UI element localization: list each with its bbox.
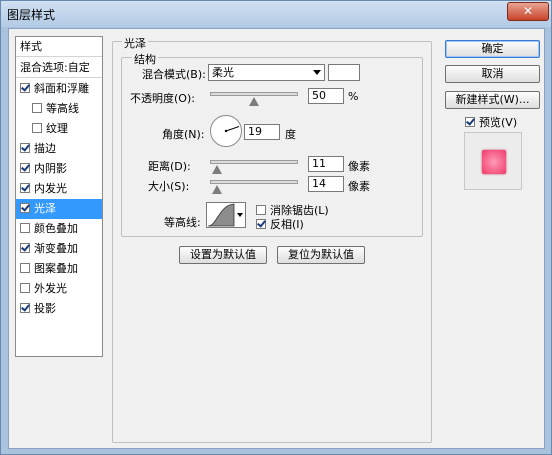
contour-label: 等高线: — [164, 216, 201, 229]
sidebar-item-checkbox[interactable] — [20, 223, 30, 233]
contour-picker[interactable] — [206, 202, 246, 228]
size-unit: 像素 — [348, 180, 370, 193]
opacity-input[interactable]: 50 — [308, 88, 344, 104]
size-label: 大小(S): — [148, 180, 190, 193]
styles-list: 样式 混合选项:自定 斜面和浮雕等高线纹理描边内阴影内发光光泽颜色叠加渐变叠加图… — [15, 36, 103, 357]
angle-unit: 度 — [285, 128, 296, 141]
sidebar-item-label: 投影 — [34, 302, 56, 315]
blend-options-item[interactable]: 混合选项:自定 — [16, 58, 102, 78]
chevron-down-icon — [237, 213, 243, 217]
layer-style-dialog: 图层样式 ✕ 样式 混合选项:自定 斜面和浮雕 等高线 纹理 描边 内阴影 内发光 光泽 颜色… — [0, 0, 552, 455]
sidebar-item[interactable]: 渐变叠加 — [16, 239, 102, 259]
cancel-button[interactable]: 取消 — [445, 65, 540, 83]
contour-curve-icon — [207, 203, 235, 227]
sidebar-item-label: 光泽 — [34, 202, 56, 215]
angle-dial[interactable] — [210, 115, 242, 147]
sidebar-item-checkbox[interactable] — [20, 203, 30, 213]
sidebar-item[interactable]: 颜色叠加 — [16, 219, 102, 239]
distance-input[interactable]: 11 — [308, 156, 344, 172]
sidebar-item-label: 内发光 — [34, 182, 67, 195]
sidebar-item-checkbox[interactable] — [20, 243, 30, 253]
sidebar-item-label: 纹理 — [46, 122, 68, 135]
size-input[interactable]: 14 — [308, 176, 344, 192]
sidebar-item[interactable]: 斜面和浮雕 — [16, 79, 102, 99]
sidebar-item-label: 描边 — [34, 142, 56, 155]
distance-unit: 像素 — [348, 160, 370, 173]
sidebar-item-checkbox[interactable] — [20, 303, 30, 313]
sidebar-item[interactable]: 等高线 — [16, 99, 102, 119]
invert-label: 反相(I) — [270, 218, 304, 231]
style-preview — [464, 132, 522, 190]
distance-label: 距离(D): — [148, 160, 191, 173]
sidebar-item[interactable]: 纹理 — [16, 119, 102, 139]
satin-color-swatch[interactable] — [328, 64, 360, 81]
opacity-label: 不透明度(O): — [130, 92, 195, 105]
sidebar-item[interactable]: 光泽 — [16, 199, 102, 219]
opacity-slider-thumb[interactable] — [249, 97, 259, 107]
size-slider-thumb[interactable] — [212, 185, 222, 195]
opacity-unit: % — [348, 90, 359, 103]
preview-swatch — [482, 150, 506, 174]
preview-checkbox-box[interactable] — [465, 117, 475, 127]
distance-slider-thumb[interactable] — [212, 165, 222, 175]
window-title: 图层样式 — [7, 8, 56, 22]
distance-slider-track[interactable] — [210, 160, 298, 164]
sidebar-item-label: 图案叠加 — [34, 262, 78, 275]
angle-input[interactable]: 19 — [244, 124, 280, 140]
blend-mode-select[interactable]: 柔光 — [208, 64, 325, 81]
sidebar-item-checkbox[interactable] — [20, 283, 30, 293]
sidebar-item-checkbox[interactable] — [32, 123, 42, 133]
sidebar-item-checkbox[interactable] — [20, 83, 30, 93]
blend-mode-label: 混合模式(B): — [142, 68, 206, 81]
title-bar[interactable]: 图层样式 ✕ — [1, 1, 551, 27]
preview-checkbox[interactable]: 预览(V) — [465, 114, 517, 130]
sidebar-item-checkbox[interactable] — [20, 263, 30, 273]
opacity-slider-track[interactable] — [210, 92, 298, 96]
new-style-button[interactable]: 新建样式(W)... — [445, 91, 540, 109]
invert-checkbox[interactable]: 反相(I) — [256, 216, 304, 232]
reset-default-button[interactable]: 复位为默认值 — [277, 246, 365, 264]
sidebar-item-checkbox[interactable] — [20, 143, 30, 153]
angle-needle — [224, 126, 240, 133]
satin-group-title: 光泽 — [122, 35, 148, 51]
satin-group: 光泽 结构 混合模式(B): 柔光 不透明度(O): 50 % 角度(N): 1… — [112, 35, 432, 443]
sidebar-item[interactable]: 投影 — [16, 299, 102, 319]
sidebar-item-label: 内阴影 — [34, 162, 67, 175]
antialias-checkbox-box[interactable] — [256, 205, 266, 215]
ok-button[interactable]: 确定 — [445, 40, 540, 58]
close-button[interactable]: ✕ — [507, 2, 549, 21]
preview-label: 预览(V) — [479, 116, 518, 129]
sidebar-item-checkbox[interactable] — [32, 103, 42, 113]
sidebar-item-checkbox[interactable] — [20, 183, 30, 193]
angle-label: 角度(N): — [162, 128, 205, 141]
make-default-button[interactable]: 设置为默认值 — [179, 246, 267, 264]
sidebar-item[interactable]: 内阴影 — [16, 159, 102, 179]
chevron-down-icon — [313, 70, 321, 75]
sidebar-item-label: 颜色叠加 — [34, 222, 78, 235]
sidebar-item-label: 斜面和浮雕 — [34, 82, 89, 95]
structure-group-title: 结构 — [132, 51, 158, 67]
size-slider-track[interactable] — [210, 180, 298, 184]
sidebar-item-label: 外发光 — [34, 282, 67, 295]
blend-mode-value: 柔光 — [212, 66, 234, 79]
sidebar-item-checkbox[interactable] — [20, 163, 30, 173]
invert-checkbox-box[interactable] — [256, 219, 266, 229]
sidebar-item-label: 等高线 — [46, 102, 79, 115]
structure-group: 结构 混合模式(B): 柔光 不透明度(O): 50 % 角度(N): 19 度… — [121, 51, 423, 237]
styles-header[interactable]: 样式 — [16, 37, 102, 57]
dialog-client-area: 样式 混合选项:自定 斜面和浮雕 等高线 纹理 描边 内阴影 内发光 光泽 颜色叠加 渐变叠加图… — [8, 28, 545, 449]
sidebar-item[interactable]: 内发光 — [16, 179, 102, 199]
sidebar-item[interactable]: 外发光 — [16, 279, 102, 299]
sidebar-item-label: 渐变叠加 — [34, 242, 78, 255]
sidebar-item[interactable]: 描边 — [16, 139, 102, 159]
sidebar-item[interactable]: 图案叠加 — [16, 259, 102, 279]
